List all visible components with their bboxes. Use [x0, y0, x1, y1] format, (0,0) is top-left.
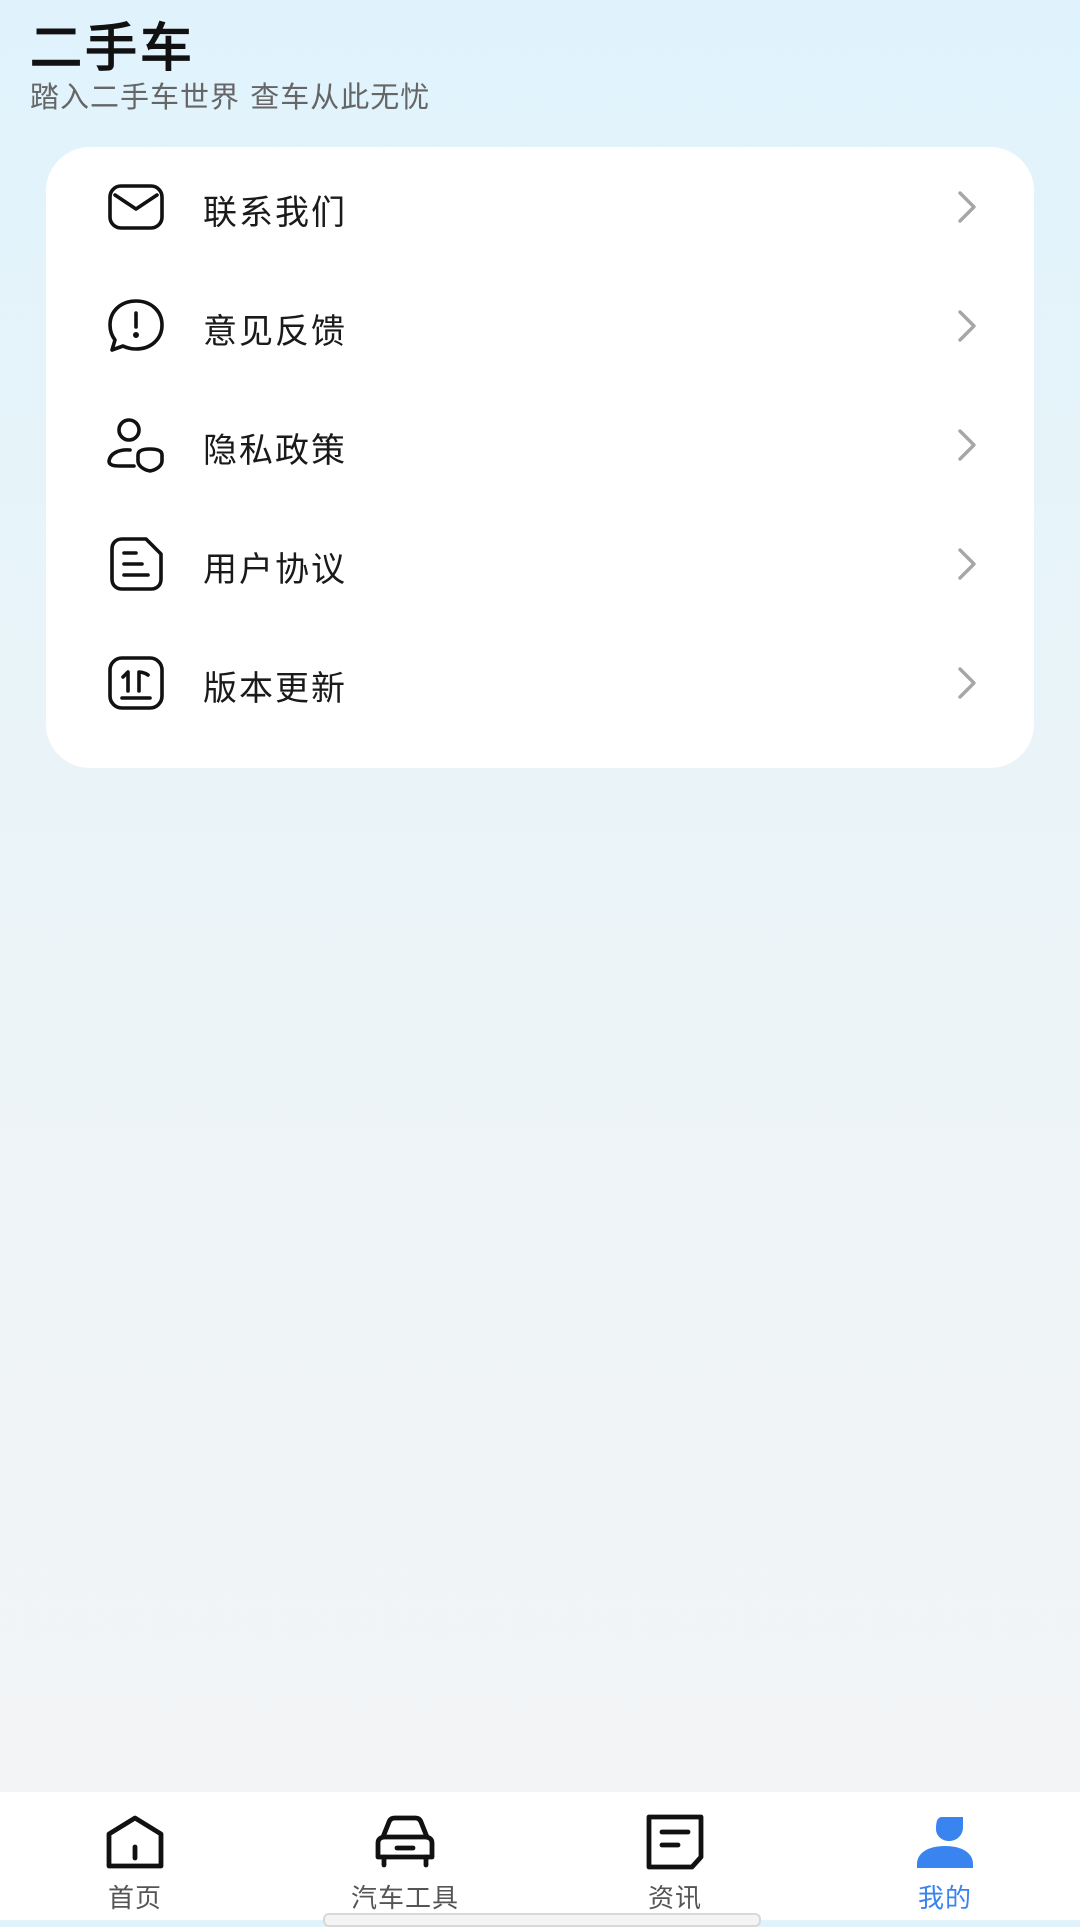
- tab-news[interactable]: 资讯: [540, 1792, 810, 1920]
- mail-icon: [106, 177, 166, 237]
- update-icon: [106, 653, 166, 713]
- tab-profile[interactable]: 我的: [810, 1792, 1080, 1920]
- menu-item-contact-us[interactable]: 联系我们: [46, 147, 1034, 266]
- bottom-tab-bar: 首页 汽车工具 资讯 我的: [0, 1792, 1080, 1920]
- tab-label: 汽车工具: [350, 1884, 459, 1914]
- settings-menu-card: 联系我们 意见反馈 隐私政策 用户协议 版本更新: [46, 147, 1034, 768]
- chevron-right-icon: [946, 663, 986, 703]
- menu-item-label: 联系我们: [203, 193, 347, 233]
- menu-item-label: 意见反馈: [203, 312, 347, 352]
- home-icon: [105, 1812, 165, 1872]
- tab-label: 我的: [917, 1884, 972, 1914]
- menu-item-label: 版本更新: [203, 669, 347, 709]
- news-icon: [645, 1812, 705, 1872]
- page-title: 二手车: [30, 19, 196, 79]
- document-icon: [106, 534, 166, 594]
- tab-car-tools[interactable]: 汽车工具: [270, 1792, 540, 1920]
- home-indicator[interactable]: [323, 1913, 761, 1927]
- chevron-right-icon: [946, 306, 986, 346]
- tab-label: 资讯: [647, 1884, 702, 1914]
- feedback-icon: [106, 296, 166, 356]
- tab-home[interactable]: 首页: [0, 1792, 270, 1920]
- chevron-right-icon: [946, 187, 986, 227]
- chevron-right-icon: [946, 544, 986, 584]
- menu-item-label: 隐私政策: [203, 431, 347, 471]
- page-subtitle: 踏入二手车世界 查车从此无忧: [30, 80, 431, 114]
- menu-item-label: 用户协议: [203, 550, 347, 590]
- menu-item-user-agreement[interactable]: 用户协议: [46, 504, 1034, 623]
- menu-item-feedback[interactable]: 意见反馈: [46, 266, 1034, 385]
- tab-label: 首页: [107, 1884, 162, 1914]
- menu-item-privacy-policy[interactable]: 隐私政策: [46, 385, 1034, 504]
- profile-icon: [915, 1812, 975, 1872]
- car-icon: [375, 1812, 435, 1872]
- chevron-right-icon: [946, 425, 986, 465]
- privacy-icon: [106, 415, 166, 475]
- menu-item-version-update[interactable]: 版本更新: [46, 623, 1034, 742]
